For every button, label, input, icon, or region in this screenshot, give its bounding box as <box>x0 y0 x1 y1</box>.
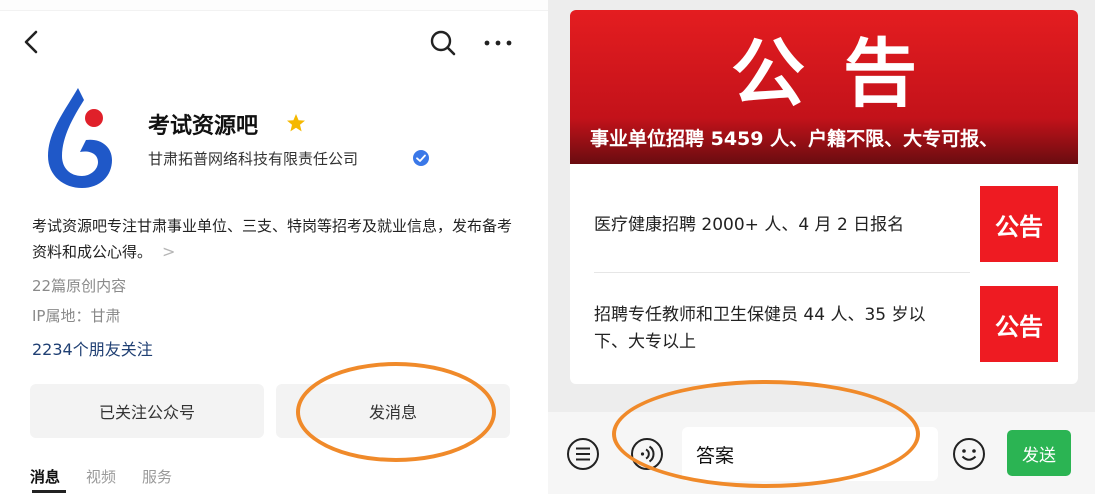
tab-services[interactable]: 服务 <box>142 468 172 486</box>
article-item-title: 招聘专任教师和卫生保健员 44 人、35 岁以下、大专以上 <box>594 305 926 352</box>
tab-messages[interactable]: 消息 <box>30 468 60 486</box>
verified-icon <box>412 149 430 167</box>
back-icon[interactable] <box>18 26 48 58</box>
original-count: 22篇原创内容 <box>32 277 127 295</box>
banner-subtitle: 事业单位招聘 5459 人、户籍不限、大专可报、 <box>590 128 999 150</box>
highlight-ellipse-input <box>612 380 920 488</box>
banner-title: 公告 <box>731 31 955 117</box>
article-list-item[interactable]: 医疗健康招聘 2000+ 人、4 月 2 日报名 公告 <box>570 180 1078 270</box>
company-name: 甘肃拓普网络科技有限责任公司 <box>148 150 359 168</box>
article-banner[interactable]: 公告 事业单位招聘 5459 人、户籍不限、大专可报、 <box>570 10 1078 164</box>
more-icon[interactable] <box>480 28 516 58</box>
account-logo[interactable] <box>38 82 118 194</box>
star-icon <box>286 113 306 133</box>
tab-videos[interactable]: 视频 <box>86 468 116 486</box>
article-item-thumbnail: 公告 <box>980 286 1058 362</box>
article-item-thumbnail: 公告 <box>980 186 1058 262</box>
item-divider <box>594 272 970 273</box>
followers-link[interactable]: 2234个朋友关注 <box>32 336 153 360</box>
description-text: 考试资源吧专注甘肃事业单位、三支、特岗等招考及就业信息，发布备考资料和成公心得。 <box>32 217 513 261</box>
chevron-right-icon[interactable]: > <box>162 242 175 261</box>
search-icon[interactable] <box>428 28 458 58</box>
highlight-ellipse-message <box>296 362 496 462</box>
account-description[interactable]: 考试资源吧专注甘肃事业单位、三支、特岗等招考及就业信息，发布备考资料和成公心得。… <box>32 214 522 265</box>
top-crop-strip <box>0 0 548 11</box>
tab-active-indicator <box>32 490 66 493</box>
followed-button[interactable]: 已关注公众号 <box>30 384 264 438</box>
menu-icon[interactable] <box>566 437 600 471</box>
account-name: 考试资源吧 <box>148 114 259 139</box>
emoji-icon[interactable] <box>952 437 986 471</box>
chat-panel: 公告 事业单位招聘 5459 人、户籍不限、大专可报、 医疗健康招聘 2000+… <box>548 0 1095 494</box>
send-button[interactable]: 发送 <box>1007 430 1071 476</box>
article-list-item[interactable]: 招聘专任教师和卫生保健员 44 人、35 岁以下、大专以上 公告 <box>570 284 1078 374</box>
article-card[interactable]: 公告 事业单位招聘 5459 人、户籍不限、大专可报、 医疗健康招聘 2000+… <box>570 10 1078 384</box>
profile-panel: 考试资源吧 甘肃拓普网络科技有限责任公司 考试资源吧专注甘肃事业单位、三支、特岗… <box>0 0 548 494</box>
ip-location: IP属地：甘肃 <box>32 307 121 325</box>
tab-bar: 消息 视频 服务 <box>30 466 198 487</box>
article-item-title: 医疗健康招聘 2000+ 人、4 月 2 日报名 <box>594 215 905 235</box>
